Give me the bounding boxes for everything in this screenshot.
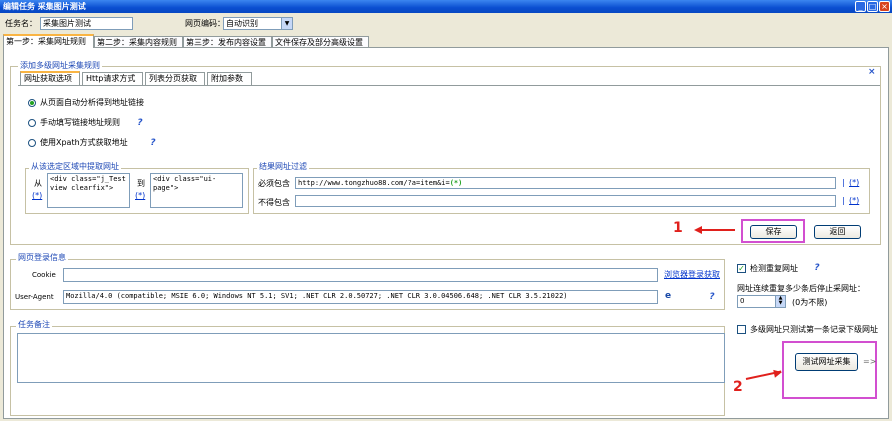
annotation-arrow-1-head (694, 226, 702, 234)
from-textarea[interactable]: <div class="j_Test view clearfix"> (47, 173, 130, 208)
encoding-label: 网页编码： (185, 19, 225, 28)
to-label: 到 (137, 179, 145, 188)
stop-after-label: 网址连续重复多少条后停止采网址： (737, 284, 865, 293)
back-button[interactable]: 返回 (814, 225, 861, 239)
annotation-number-1: 1 (673, 220, 683, 236)
subtab-http-request[interactable]: Http请求方式 (82, 72, 143, 85)
must-contain-value: http://www.tongzhuo88.com/?a=item&i= (298, 179, 450, 187)
exclude-pipe-link[interactable]: | (842, 196, 845, 206)
annotation-arrow-1-line (702, 229, 735, 231)
help-icon[interactable]: ? (135, 118, 145, 128)
from-param-link[interactable]: (*) (32, 191, 42, 201)
user-agent-input[interactable]: Mozilla/4.0 (compatible; MSIE 6.0; Windo… (63, 290, 658, 304)
cookie-label: Cookie (32, 271, 56, 279)
spinner-arrows-icon[interactable]: ▲ ▼ (775, 296, 785, 307)
annotation-arrow-2-head (773, 368, 783, 378)
cookie-input[interactable] (63, 268, 658, 282)
region-group-title: 从该选定区域中提取网址 (29, 162, 121, 172)
encoding-value: 自动识别 (226, 19, 258, 28)
notes-textarea[interactable] (17, 333, 725, 383)
must-contain-label: 必须包含 (258, 179, 290, 188)
to-param-link[interactable]: (*) (135, 191, 145, 201)
next-arrow-icon: => (863, 357, 877, 366)
filter-group-title: 结果网址过滤 (257, 162, 309, 172)
chevron-down-icon[interactable]: ▼ (281, 18, 292, 29)
radio-xpath-label: 使用Xpath方式获取地址 (40, 138, 128, 147)
radio-xpath[interactable] (28, 139, 36, 147)
filter-group (253, 168, 870, 214)
subtab-url-options[interactable]: 网址获取选项 (20, 71, 80, 85)
subtab-extra-params[interactable]: 附加参数 (207, 72, 252, 85)
must-contain-pipe-link[interactable]: | (842, 178, 845, 188)
minimize-icon[interactable]: _ (855, 1, 866, 12)
stop-after-spinner[interactable]: 0 ▲ ▼ (737, 295, 786, 308)
window-title: 编辑任务 采集图片测试 (3, 2, 86, 11)
browser-e-icon[interactable]: e (665, 291, 671, 301)
to-textarea[interactable]: <div class="ui-page"> (150, 173, 243, 208)
browser-login-link[interactable]: 浏览器登录获取 (664, 270, 720, 280)
exclude-label: 不得包含 (258, 198, 290, 207)
first-only-label: 多级网址只测试第一条记录下级网址 (750, 325, 878, 334)
exclude-input[interactable] (295, 195, 836, 207)
stop-after-hint: (0为不限) (792, 298, 828, 307)
radio-auto-analyze-label: 从页面自动分析得到地址链接 (40, 98, 144, 107)
must-contain-wildcard: (*) (449, 179, 463, 187)
subtab-list-paging[interactable]: 列表分页获取 (145, 72, 205, 85)
close-icon[interactable]: × (879, 1, 890, 12)
tab-step1-url-rules[interactable]: 第一步：采集网址规则 (3, 34, 94, 48)
help-icon[interactable]: ? (812, 263, 822, 273)
task-name-label: 任务名： (5, 19, 37, 28)
test-url-collect-button[interactable]: 测试网址采集 (795, 353, 858, 371)
multi-url-group-title: 添加多级网址采集规则 (18, 61, 102, 71)
notes-group-title: 任务备注 (16, 320, 52, 330)
help-icon[interactable]: ? (707, 292, 717, 302)
subtab-divider (18, 85, 880, 86)
exclude-param-link[interactable]: (*) (849, 196, 859, 206)
radio-manual-rule[interactable] (28, 119, 36, 127)
encoding-select[interactable]: 自动识别 ▼ (223, 17, 293, 30)
dedupe-checkbox[interactable]: ✓ (737, 264, 746, 273)
task-name-input[interactable]: 采集图片测试 (40, 17, 133, 30)
first-only-checkbox[interactable] (737, 325, 746, 334)
help-icon[interactable]: ? (148, 138, 158, 148)
dedupe-label: 检测重复网址 (750, 264, 798, 273)
stop-after-value: 0 (740, 297, 745, 305)
must-contain-param-link[interactable]: (*) (849, 178, 859, 188)
must-contain-input[interactable]: http://www.tongzhuo88.com/?a=item&i=(*) (295, 177, 836, 189)
window-titlebar[interactable]: 编辑任务 采集图片测试 (0, 0, 892, 13)
from-label: 从 (34, 179, 42, 188)
login-group-title: 网页登录信息 (16, 253, 68, 263)
annotation-number-2: 2 (733, 379, 743, 395)
save-button[interactable]: 保存 (750, 225, 797, 239)
maximize-icon[interactable]: □ (867, 1, 878, 12)
radio-auto-analyze[interactable] (28, 99, 36, 107)
user-agent-label: User-Agent (15, 293, 54, 301)
radio-manual-rule-label: 手动填写链接地址规则 (40, 118, 120, 127)
close-group-icon[interactable]: × (868, 67, 876, 77)
